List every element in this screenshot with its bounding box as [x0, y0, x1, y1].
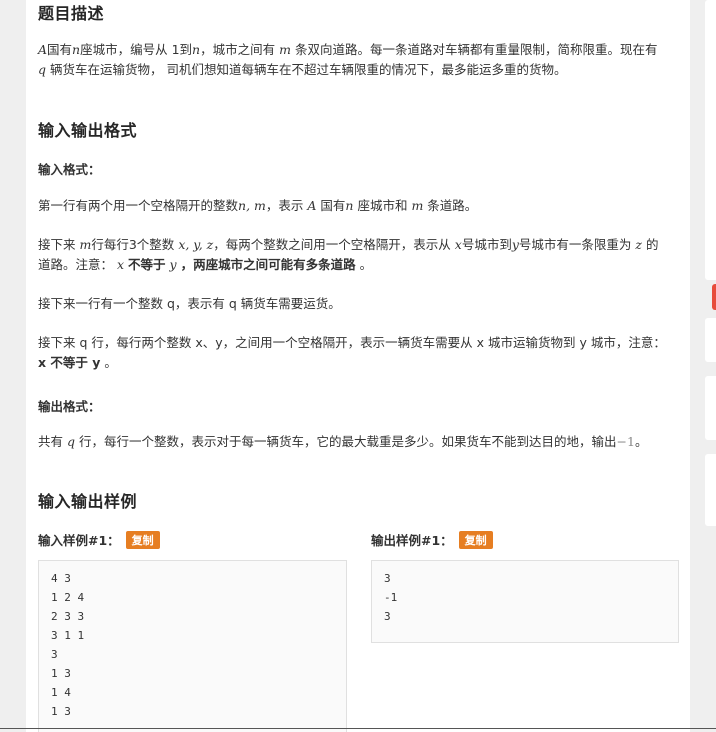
- math-nm: n, m: [238, 198, 266, 213]
- code-line: 3 1 1: [51, 629, 85, 642]
- text: ，表示: [265, 198, 304, 213]
- right-sidebar-panel: [705, 0, 716, 280]
- text: ，城市之间有: [200, 42, 276, 57]
- sample-input-box[interactable]: 4 3 1 2 4 2 3 3 3 1 1 3 1 3 1 4 1 3: [38, 560, 347, 732]
- text: 座城市，编号从 1到: [80, 42, 193, 57]
- text: 共有: [38, 434, 64, 449]
- math-A: A: [38, 42, 48, 57]
- text: 第一行有两个用一个空格隔开的整数: [38, 198, 239, 213]
- output-line-1: 共有 q 行，每行一个整数，表示对于每一辆货车，它的最大载重是多少。如果货车不能…: [38, 432, 682, 452]
- text: 座城市和: [357, 198, 408, 213]
- text: 条道路。: [427, 198, 478, 213]
- code-line: 4 3: [51, 572, 71, 585]
- io-format-heading: 输入输出格式: [38, 121, 138, 140]
- text: 的: [645, 237, 659, 252]
- bottom-divider: [0, 728, 716, 729]
- input-line-4: 接下来 q 行，每行两个整数 x、y，之间用一个空格隔开，表示一辆货车需要从 x…: [38, 333, 682, 373]
- math-m: m: [79, 237, 92, 252]
- description-text: A国有n座城市，编号从 1到n，城市之间有 m 条双向道路。每一条道路对车辆都有…: [38, 40, 682, 80]
- copy-input-button[interactable]: 复制: [125, 531, 160, 549]
- math-minus-one: −1: [616, 434, 635, 449]
- math-m: m: [411, 198, 424, 213]
- math-n: n: [72, 42, 81, 57]
- sample-input-title: 输入样例#1：: [38, 533, 120, 548]
- text: 辆货车在运输货物， 司机们想知道每辆车在不超过车辆限重的情况下，最多能运多重的货…: [50, 62, 567, 77]
- math-q: q: [67, 434, 76, 449]
- sample-output-box[interactable]: 3 -1 3: [371, 560, 679, 643]
- text: 接下来 q 行，每行两个整数 x、y，之间用一个空格隔开，表示一辆货车需要从 x…: [38, 335, 666, 350]
- code-line: -1: [384, 591, 398, 604]
- math-x: x: [454, 237, 462, 252]
- text: 行每行3个整数: [91, 237, 175, 252]
- text: 。: [104, 355, 117, 370]
- code-line: 3: [384, 572, 391, 585]
- code-line: 3: [51, 648, 58, 661]
- code-line: 2 3 3: [51, 610, 85, 623]
- math-A: A: [307, 198, 317, 213]
- output-format-label: 输出格式：: [38, 399, 101, 414]
- code-line: 1 3: [51, 705, 71, 718]
- text: x 不等于 y: [38, 355, 101, 370]
- sample-output-title: 输出样例#1：: [371, 533, 453, 548]
- right-sidebar-panel-3: [705, 376, 716, 440]
- math-n: n: [192, 42, 201, 57]
- text: 不等于: [128, 257, 166, 272]
- text: 条双向道路。每一条道路对车辆都有重量限制，简称限重。现在有: [294, 42, 658, 57]
- text: 道路。注意：: [38, 257, 114, 272]
- math-z: z: [635, 237, 642, 252]
- sample-input-label: 输入样例#1： 复制: [38, 530, 160, 549]
- input-format-label: 输入格式：: [38, 162, 101, 177]
- right-sidebar-panel-2: [705, 318, 716, 362]
- code-line: 1 4: [51, 686, 71, 699]
- text: ，每两个整数之间用一个空格隔开，表示从: [213, 237, 451, 252]
- math-q: q: [38, 62, 47, 77]
- math-n: n: [345, 198, 354, 213]
- text: 接下来: [38, 237, 76, 252]
- problem-page: 题目描述 A国有n座城市，编号从 1到n，城市之间有 m 条双向道路。每一条道路…: [0, 0, 716, 732]
- text: 国有: [320, 198, 346, 213]
- math-y: y: [169, 257, 177, 272]
- sidebar-red-tab[interactable]: [712, 284, 716, 310]
- math-x: x: [117, 257, 125, 272]
- problem-card: 题目描述 A国有n座城市，编号从 1到n，城市之间有 m 条双向道路。每一条道路…: [26, 0, 690, 732]
- input-line-2: 接下来 m行每行3个整数 x, y, z，每两个整数之间用一个空格隔开，表示从 …: [38, 235, 682, 275]
- text: 。: [359, 257, 373, 272]
- text: 号城市有一条限重为: [518, 237, 632, 252]
- right-sidebar-panel-4: [705, 454, 716, 526]
- code-line: 1 2 4: [51, 591, 85, 604]
- sample-output-label: 输出样例#1： 复制: [371, 530, 493, 549]
- code-line: 1 3: [51, 667, 71, 680]
- code-line: 3: [384, 610, 391, 623]
- text: ，两座城市之间可能有多条道路: [180, 257, 356, 272]
- text: 国有: [47, 42, 73, 57]
- samples-heading: 输入输出样例: [38, 492, 138, 511]
- math-m: m: [279, 42, 291, 57]
- math-xyz: x, y, z: [178, 237, 214, 252]
- input-line-3: 接下来一行有一个整数 q，表示有 q 辆货车需要运货。: [38, 296, 341, 311]
- input-line-1: 第一行有两个用一个空格隔开的整数n, m，表示 A 国有n 座城市和 m 条道路…: [38, 196, 682, 216]
- text: 行，每行一个整数，表示对于每一辆货车，它的最大载重是多少。如果货车不能到达目的地…: [79, 434, 617, 449]
- text: 。: [634, 434, 648, 449]
- copy-output-button[interactable]: 复制: [458, 531, 493, 549]
- math-y: y: [511, 237, 519, 252]
- text: 号城市到: [461, 237, 512, 252]
- description-heading: 题目描述: [38, 4, 105, 23]
